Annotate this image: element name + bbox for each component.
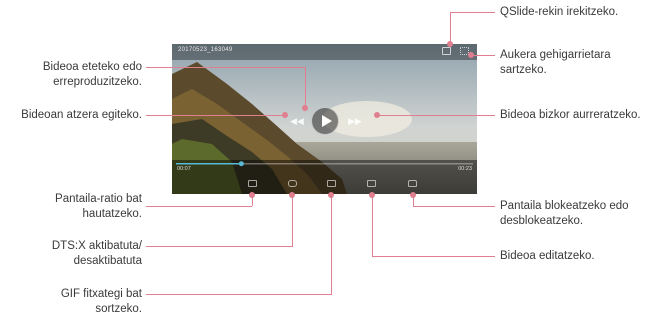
callout-dot-more [468,52,474,58]
label-more-line2: sartzeko. [500,64,547,76]
label-fast-forward: Bideoa bizkor aurreratzeko. [500,109,641,121]
rewind-icon[interactable]: ◀◀ [290,116,304,127]
callout-line-qslide-h [450,12,495,13]
lock-icon[interactable] [408,180,417,187]
label-gif-line1: GIF fitxategi bat [60,288,142,300]
callout-dot-lock [410,192,416,198]
label-gif: GIF fitxategi bat sortzeko. [61,287,142,317]
label-more-options: Aukera gehigarrietara sartzeko. [500,48,611,78]
label-ratio-line2: hautatzeko. [82,208,142,220]
label-dtsx-line1: DTS:X aktibatuta/ [51,240,142,252]
gif-icon[interactable] [327,180,336,187]
label-dtsx-line2: desaktibatuta [73,255,142,267]
label-rewind: Bideoan atzera egiteko. [21,109,142,121]
progress-fill [176,163,242,165]
label-lock: Pantaila blokeatzeko edo desblokeatzeko. [500,199,629,229]
player-top-bar: 20170523_163049 [172,44,477,60]
screen-ratio-icon[interactable] [248,180,257,187]
callout-line-gif [146,294,332,295]
callout-line-play [146,67,305,68]
label-play-pause-line2: erreproduzitzeko. [53,76,142,88]
callout-dot-ratio [249,192,255,198]
label-ratio-line1: Pantaila-ratio bat [55,193,142,205]
callout-line-ratio [146,206,252,207]
progress-bar[interactable] [172,160,477,172]
callout-dot-edit [369,192,375,198]
player-bottom-bar: 00:07 00:23 [172,160,477,194]
label-dtsx: DTS:X aktibatuta/ desaktibatuta [52,239,142,269]
play-pause-button[interactable] [311,107,339,135]
label-play-pause-line1: Bideoa eteteko edo [42,61,142,73]
callout-dot-ff [374,112,380,118]
callout-line-more [471,55,495,56]
video-title: 20170523_163049 [178,47,233,53]
label-ratio: Pantaila-ratio bat hautatzeko. [55,192,142,222]
total-time: 00:23 [458,166,472,172]
label-edit: Bideoa editatzeko. [500,250,595,262]
dtsx-icon[interactable] [288,180,297,187]
progress-thumb [238,161,244,167]
edit-icon[interactable] [367,180,376,187]
callout-line-gif-v [331,195,332,294]
callout-line-dtsx [146,246,293,247]
label-qslide: QSlide-rekin irekitzeko. [500,6,619,18]
callout-line-rewind [146,115,285,116]
callout-dot-rewind [282,112,288,118]
label-more-line1: Aukera gehigarrietara [500,49,611,61]
qslide-icon[interactable] [442,47,451,55]
fast-forward-icon[interactable]: ▶▶ [348,116,362,127]
callout-dot-qslide [447,41,453,47]
label-lock-line1: Pantaila blokeatzeko edo [500,200,629,212]
callout-line-qslide [450,12,451,44]
callout-dot-dtsx [289,192,295,198]
callout-dot-play [302,105,308,111]
label-lock-line2: desblokeatzeko. [500,215,584,227]
callout-line-ff [377,115,495,116]
label-gif-line2: sortzeko. [95,303,142,315]
callout-line-play-v [305,67,306,108]
label-play-pause: Bideoa eteteko edo erreproduzitzeko. [43,60,142,90]
callout-line-dtsx-v [292,195,293,246]
callout-line-edit-v [372,195,373,256]
callout-line-edit [372,256,495,257]
elapsed-time: 00:07 [177,166,191,172]
callout-dot-gif [328,192,334,198]
callout-line-lock [413,206,495,207]
